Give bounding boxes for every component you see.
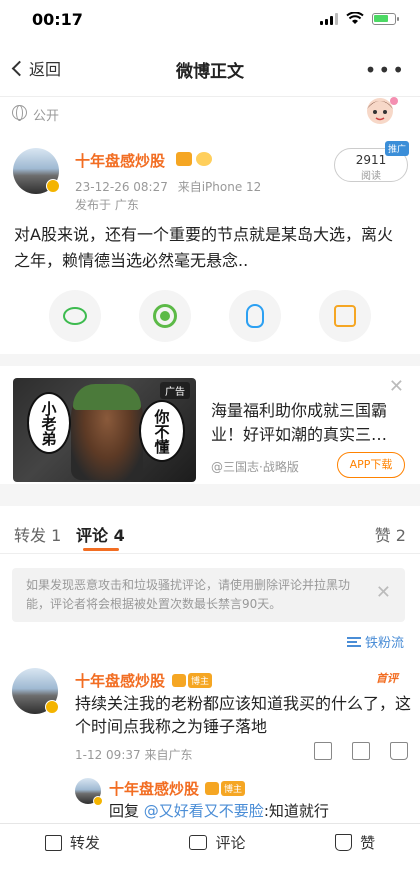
- like-button[interactable]: 赞: [335, 832, 375, 853]
- nav-bar: 返回 微博正文 •••: [0, 40, 420, 96]
- post-timestamp: 23-12-26 08:27: [75, 180, 168, 194]
- owner-tag: 博主: [221, 781, 246, 796]
- ad-source[interactable]: @三国志·战略版: [211, 458, 299, 475]
- crown-badge-icon: [176, 152, 192, 166]
- comment-icon[interactable]: [352, 742, 370, 760]
- share-qq-button[interactable]: [229, 290, 281, 342]
- reply-text: 回复 @又好看又不要脸:知道就行: [109, 800, 329, 821]
- save-image-button[interactable]: [319, 290, 371, 342]
- app-download-button[interactable]: APP下载: [337, 452, 405, 478]
- post-text: 对A股来说，还有一个重要的节点就是某岛大选，离火之年，赖情德当选必然毫无悬念..: [14, 225, 393, 270]
- sort-button[interactable]: 铁粉流: [346, 632, 404, 651]
- tab-bar: 转发 1 评论 4 赞 2: [0, 506, 420, 554]
- post-card: 十年盘感炒股 23-12-26 08:27 来自iPhone 12 发布于 广东…: [0, 130, 420, 354]
- battery-icon: [372, 12, 399, 25]
- active-tab-indicator: [83, 548, 119, 551]
- ad-speech-bubble-left: 小老弟: [27, 392, 71, 454]
- crown-badge-icon: [172, 674, 186, 687]
- save-image-icon: [334, 305, 356, 327]
- wifi-icon: [346, 12, 364, 24]
- reply-prefix: 回复: [109, 802, 140, 820]
- like-icon[interactable]: [390, 742, 408, 760]
- more-button[interactable]: •••: [365, 58, 406, 82]
- first-comment-tag: 首评: [376, 672, 398, 685]
- ad-image[interactable]: 小老弟 你不懂 广告: [13, 378, 196, 482]
- reply-mention[interactable]: @又好看又不要脸: [144, 802, 264, 820]
- sort-label: 铁粉流: [364, 636, 404, 651]
- visibility-row: 公开: [0, 96, 420, 130]
- status-icons: [320, 12, 399, 25]
- ad-tag: 广告: [160, 382, 190, 399]
- share-row: [0, 290, 420, 342]
- notice-text: 如果发现恶意攻击和垃圾骚扰评论，请使用删除评论并拉黑功能，评论者将会根据被处置次…: [26, 578, 351, 611]
- signal-icon: [320, 12, 338, 25]
- verified-badge-icon: [93, 796, 103, 806]
- verified-badge-icon: [46, 179, 60, 193]
- visibility-label: 公开: [33, 109, 60, 124]
- tab-comment[interactable]: 评论 4: [76, 522, 125, 546]
- notice-banner: 如果发现恶意攻击和垃圾骚扰评论，请使用删除评论并拉黑功能，评论者将会根据被处置次…: [12, 568, 405, 622]
- post-meta: 23-12-26 08:27 来自iPhone 12: [75, 178, 261, 195]
- read-count-box[interactable]: 2911 阅读 推广: [334, 141, 409, 182]
- owner-tag: 博主: [188, 673, 213, 688]
- post-source: 来自iPhone 12: [177, 180, 262, 194]
- moments-icon: [153, 304, 177, 328]
- like-label: 赞: [360, 834, 376, 852]
- comment-label: 评论: [215, 834, 246, 852]
- comment-meta: 1-12 09:37 来自广东: [75, 748, 193, 762]
- wechat-icon: [63, 307, 87, 325]
- ad-title[interactable]: 海量福利助你成就三国霸业！好评如潮的真实三…: [211, 399, 401, 447]
- share-wechat-button[interactable]: [49, 290, 101, 342]
- reply-owner-badge: 博主: [205, 778, 246, 797]
- fan-badge-icon: [196, 152, 212, 166]
- comment-icon: [189, 835, 208, 850]
- comment-text: 持续关注我的老粉都应该知道我买的什么了，这个时间点我称之为锤子落地: [75, 694, 412, 736]
- verified-badge-icon: [45, 700, 59, 714]
- status-time: 00:17: [32, 10, 83, 29]
- ad-card[interactable]: 小老弟 你不懂 广告 海量福利助你成就三国霸业！好评如潮的真实三… @三国志·战…: [0, 366, 420, 484]
- post-location: 发布于 广东: [75, 198, 139, 212]
- share-icon[interactable]: [314, 742, 332, 760]
- ad-close-icon[interactable]: ✕: [389, 376, 404, 397]
- read-label: 阅读: [361, 171, 381, 182]
- promo-tag: 推广: [384, 141, 409, 156]
- qq-icon: [246, 304, 264, 328]
- post-author[interactable]: 十年盘感炒股: [75, 150, 165, 171]
- author-badges: [176, 152, 212, 166]
- cartoon-girl-sticker: [367, 97, 398, 124]
- repost-label: 转发: [69, 834, 100, 852]
- tab-like[interactable]: 赞 2: [375, 522, 406, 546]
- comment-author[interactable]: 十年盘感炒股: [75, 670, 165, 691]
- reply-author[interactable]: 十年盘感炒股: [109, 778, 199, 799]
- reply-body: :知道就行: [263, 802, 329, 820]
- repost-icon: [44, 834, 62, 851]
- like-icon: [335, 834, 353, 851]
- repost-button[interactable]: 转发: [44, 832, 100, 853]
- crown-badge-icon: [205, 782, 219, 795]
- share-moments-button[interactable]: [139, 290, 191, 342]
- tab-repost[interactable]: 转发 1: [14, 522, 61, 546]
- comment-actions: [314, 742, 408, 760]
- status-bar: 00:17: [0, 0, 420, 40]
- comment-owner-badge: 博主: [172, 670, 213, 689]
- ad-speech-bubble-right: 你不懂: [139, 400, 185, 462]
- page-title: 微博正文: [176, 62, 244, 82]
- sort-icon: [346, 636, 361, 647]
- comment-button[interactable]: 评论: [189, 832, 245, 853]
- notice-close-icon[interactable]: ✕: [376, 582, 391, 603]
- globe-icon: [12, 105, 27, 121]
- ad-character-helmet: [73, 384, 141, 410]
- bottom-action-bar: 转发 评论 赞: [0, 823, 420, 881]
